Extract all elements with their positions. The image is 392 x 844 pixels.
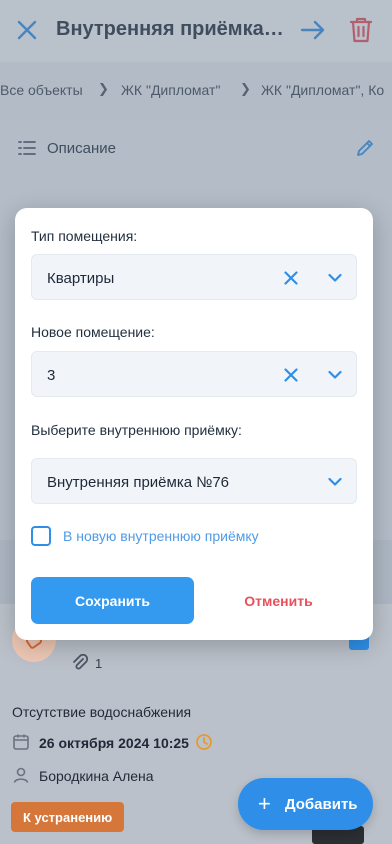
calendar-icon xyxy=(12,733,30,756)
chevron-down-icon[interactable] xyxy=(325,268,345,288)
acceptance-label: Выберите внутреннюю приёмку: xyxy=(31,422,242,438)
status-badge[interactable]: К устранению xyxy=(11,802,125,832)
user-icon xyxy=(12,766,30,789)
acceptance-value: Внутренняя приёмка №76 xyxy=(47,474,229,491)
add-button[interactable]: + Добавить xyxy=(238,778,373,830)
new-acceptance-label[interactable]: В новую внутреннюю приёмку xyxy=(63,528,259,544)
move-dialog: Тип помещения: Квартиры Новое помещение:… xyxy=(15,208,373,640)
plus-icon: + xyxy=(258,791,271,816)
new-acceptance-option[interactable]: В новую внутреннюю приёмку xyxy=(31,526,259,546)
issue-title: Отсутствие водоснабжения xyxy=(12,704,192,720)
attachments-count: 1 xyxy=(95,656,103,671)
paperclip-icon xyxy=(71,653,89,677)
clear-icon[interactable] xyxy=(281,365,301,385)
new-room-label: Новое помещение: xyxy=(31,324,155,340)
clear-icon[interactable] xyxy=(281,268,301,288)
chevron-down-icon[interactable] xyxy=(325,365,345,385)
room-type-select[interactable]: Квартиры xyxy=(31,254,357,300)
room-type-value: Квартиры xyxy=(47,270,115,287)
new-room-value: 3 xyxy=(47,367,56,384)
acceptance-select[interactable]: Внутренняя приёмка №76 xyxy=(31,458,357,504)
chevron-down-icon[interactable] xyxy=(325,472,345,492)
room-type-label: Тип помещения: xyxy=(31,228,138,244)
assignee-name: Бородкина Алена xyxy=(39,768,154,784)
issue-date: 26 октября 2024 10:25 xyxy=(39,735,189,751)
save-button[interactable]: Сохранить xyxy=(31,577,194,624)
cancel-button[interactable]: Отменить xyxy=(200,577,357,624)
clock-icon xyxy=(195,733,213,756)
new-room-select[interactable]: 3 xyxy=(31,351,357,397)
new-acceptance-checkbox[interactable] xyxy=(31,526,51,546)
add-button-label: Добавить xyxy=(284,795,358,813)
